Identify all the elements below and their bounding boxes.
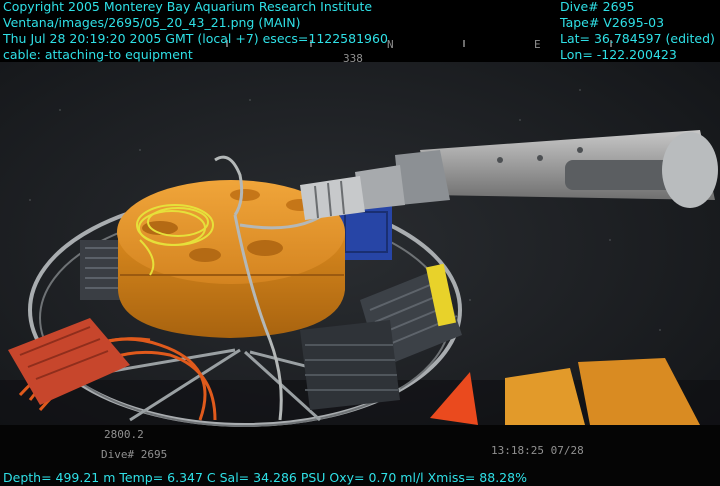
compass-east: E	[534, 38, 541, 51]
latitude: Lat= 36.784597 (edited)	[560, 31, 715, 46]
copyright-text: Copyright 2005 Monterey Bay Aquarium Res…	[3, 0, 373, 14]
caption-right: Dive# 2695 Tape# V2695-03 Lat= 36.784597…	[560, 0, 715, 63]
camera-dive-label: Dive# 2695	[101, 448, 168, 461]
caption-left: Copyright 2005 Monterey Bay Aquarium Res…	[3, 0, 388, 63]
compass-tick	[463, 40, 465, 47]
image-path: Ventana/images/2695/05_20_43_21.png (MAI…	[3, 15, 301, 30]
datetime-text: Thu Jul 28 20:19:20 2005 GMT (local +7) …	[3, 31, 388, 46]
rov-video-frame: N E 338 2800.2 Dive# 2695 13:18:25 07/28…	[0, 0, 720, 486]
camera-timestamp: 13:18:25 07/28	[491, 444, 584, 457]
underwater-scene	[0, 0, 720, 486]
sensor-readout: Depth= 499.21 m Temp= 6.347 C Sal= 34.28…	[3, 470, 527, 486]
tape-number: Tape# V2695-03	[560, 15, 665, 30]
sensor-values: Depth= 499.21 m Temp= 6.347 C Sal= 34.28…	[3, 470, 527, 485]
annotation-text: cable: attaching-to equipment	[3, 47, 193, 62]
dive-number: Dive# 2695	[560, 0, 635, 14]
longitude: Lon= -122.200423	[560, 47, 677, 62]
camera-depth-readout: 2800.2	[104, 428, 144, 441]
gray-crate-front	[300, 320, 400, 410]
